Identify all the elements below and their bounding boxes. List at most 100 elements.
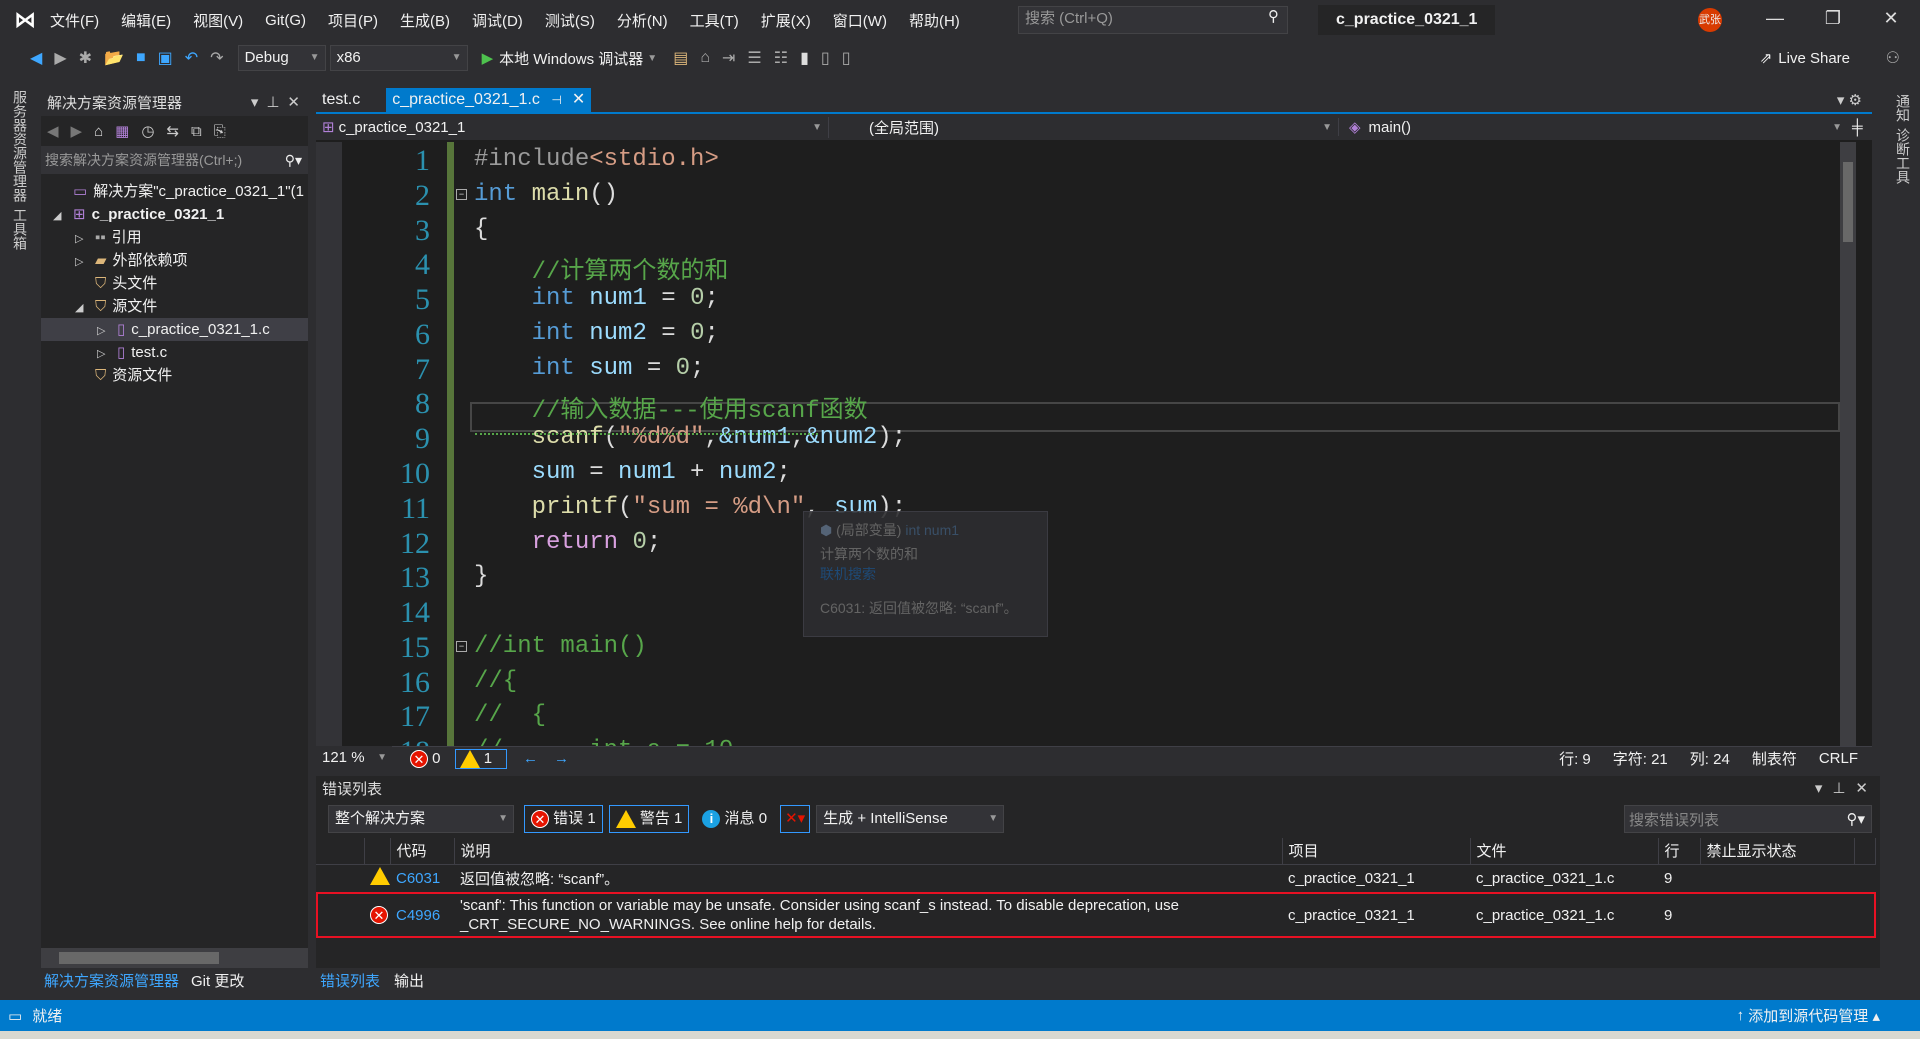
forward-icon[interactable]: ▶ — [54, 48, 66, 68]
server-explorer-tab[interactable]: 服务器资源管理器 — [10, 90, 30, 202]
code-line[interactable]: int sum = 0; — [474, 355, 705, 382]
close-icon[interactable]: ✕ — [287, 93, 300, 111]
menu-item[interactable]: 编辑(E) — [121, 10, 171, 31]
back-icon[interactable]: ◀ — [47, 122, 59, 140]
tree-item[interactable]: ▷ ▯ test.c — [41, 341, 308, 364]
minimize-button[interactable]: — — [1760, 8, 1790, 29]
collapse-comment-icon[interactable]: − — [456, 640, 467, 652]
expanded-icon[interactable]: ◢ — [53, 205, 73, 228]
expanded-icon[interactable]: ◢ — [75, 297, 95, 320]
restore-button[interactable]: ❐ — [1818, 8, 1848, 29]
tab-dropdown-icon[interactable]: ▾ ⚙ — [1837, 91, 1862, 109]
code-line[interactable]: sum = num1 + num2; — [474, 459, 791, 486]
warnings-filter-button[interactable]: 警告 1 — [608, 805, 690, 833]
forward-icon[interactable]: ▶ — [71, 122, 83, 140]
menu-item[interactable]: 工具(T) — [690, 10, 739, 31]
prev-bookmark-icon[interactable]: ▯ — [821, 48, 830, 68]
close-icon[interactable]: ✕ — [1855, 779, 1868, 797]
pin-icon[interactable]: ⊥ — [266, 93, 279, 111]
tree-item[interactable]: ◢ ⛉ 源文件 — [41, 295, 308, 318]
sync-icon[interactable]: ⇆ — [166, 122, 179, 140]
menu-item[interactable]: 生成(B) — [400, 10, 450, 31]
error-code-link[interactable]: C6031 — [390, 864, 454, 892]
col-file[interactable]: 文件 — [1470, 838, 1659, 865]
tab-git-changes[interactable]: Git 更改 — [191, 970, 244, 991]
col-suppression[interactable]: 禁止显示状态 — [1700, 838, 1855, 865]
code-line[interactable]: //{ — [474, 668, 517, 695]
error-search-input[interactable]: 搜索错误列表 ⚲▾ — [1624, 805, 1872, 833]
error-count[interactable]: ✕ 0 — [410, 749, 441, 768]
errors-filter-button[interactable]: ✕ 错误 1 — [524, 805, 603, 833]
col-code[interactable]: 代码 — [390, 838, 455, 865]
code-line[interactable]: //计算两个数的和 — [474, 250, 729, 286]
scope-nav-select[interactable]: (全局范围) ▼ — [828, 116, 1338, 138]
code-line[interactable]: // { — [474, 702, 546, 729]
zoom-select[interactable]: 121 % ▼ — [316, 745, 392, 772]
back-icon[interactable]: ◀ — [30, 48, 42, 68]
tab-error-list[interactable]: 错误列表 — [316, 970, 384, 991]
find-in-files-icon[interactable]: ▤ — [673, 48, 688, 68]
error-code-link[interactable]: C4996 — [390, 892, 454, 938]
collapsed-icon[interactable]: ▷ — [75, 251, 95, 274]
live-share-button[interactable]: ⇗ Live Share — [1760, 49, 1850, 68]
code-line[interactable]: int main() — [474, 181, 618, 208]
menu-item[interactable]: 帮助(H) — [909, 10, 960, 31]
code-line[interactable]: { — [474, 216, 488, 243]
collapse-main-icon[interactable]: − — [456, 188, 467, 200]
open-icon[interactable]: 📂 — [104, 48, 124, 68]
switch-view-icon[interactable]: ▦ — [115, 122, 129, 140]
tree-item[interactable]: ⛉ 头文件 — [41, 272, 308, 295]
split-icon[interactable]: ╪ — [1852, 119, 1863, 136]
next-bookmark-icon[interactable]: ▯ — [842, 48, 851, 68]
browser-icon[interactable]: ⌂ — [700, 49, 710, 67]
code-line[interactable]: int num1 = 0; — [474, 285, 719, 312]
col-description[interactable]: 说明 — [454, 838, 1283, 865]
online-search-link[interactable]: 联机搜索 — [820, 564, 1031, 584]
redo-icon[interactable]: ↷ — [210, 48, 223, 68]
code-line[interactable]: scanf("%d%d",&num1,&num2); — [474, 424, 907, 451]
eol-indicator[interactable]: CRLF — [1819, 750, 1858, 767]
se-search-input[interactable]: 搜索解决方案资源管理器(Ctrl+;) ⚲▾ — [41, 146, 308, 174]
avatar[interactable]: 武张 — [1698, 8, 1722, 32]
filter-icon[interactable]: ✕▾ — [780, 805, 811, 833]
notifications-tab[interactable]: 通知 — [1893, 94, 1913, 122]
step-icon[interactable]: ⇥ — [722, 48, 735, 68]
code-line[interactable]: int num2 = 0; — [474, 320, 719, 347]
code-area[interactable]: 1 #include<stdio.h> 2 int main() 3 {4 //计算两个数… — [316, 142, 1856, 746]
code-line[interactable]: #include<stdio.h> — [474, 146, 719, 173]
menu-item[interactable]: 窗口(W) — [833, 10, 887, 31]
scope-select[interactable]: 整个解决方案 ▼ — [328, 805, 514, 833]
history-icon[interactable]: ◷ — [141, 122, 154, 140]
project-nav-select[interactable]: ⊞ c_practice_0321_1 ▼ — [316, 118, 828, 137]
code-line[interactable]: } — [474, 563, 488, 590]
menu-item[interactable]: 分析(N) — [617, 10, 668, 31]
code-line[interactable]: // int a = 10 — [474, 737, 733, 746]
feedback-icon[interactable]: ⚇ — [1886, 48, 1900, 68]
bookmark-icon[interactable]: ▮ — [800, 48, 809, 68]
start-debug-button[interactable]: ▶ 本地 Windows 调试器 ▼ — [482, 48, 658, 69]
code-line[interactable]: //输入数据---使用scanf函数 — [474, 389, 868, 425]
collapsed-icon[interactable]: ▷ — [75, 228, 95, 251]
collapse-icon[interactable]: ⧉ — [191, 123, 202, 140]
tree-item[interactable]: ▷ ▯ c_practice_0321_1.c — [41, 318, 308, 341]
menu-item[interactable]: 扩展(X) — [761, 10, 811, 31]
diagnostics-tab[interactable]: 诊断工具 — [1893, 128, 1913, 184]
search-input[interactable]: 搜索 (Ctrl+Q) ⚲ — [1018, 6, 1288, 34]
menu-item[interactable]: 视图(V) — [193, 10, 243, 31]
tabs-indicator[interactable]: 制表符 — [1752, 748, 1797, 769]
tree-item[interactable]: ▷ ▪▪ 引用 — [41, 226, 308, 249]
tree-item[interactable]: ▭ 解决方案"c_practice_0321_1"(1 — [41, 180, 308, 203]
horizontal-scrollbar[interactable] — [41, 948, 308, 968]
dropdown-icon[interactable]: ▾ — [1815, 779, 1823, 797]
properties-icon[interactable]: ⎘ — [214, 123, 226, 140]
tree-item[interactable]: ⛉ 资源文件 — [41, 364, 308, 387]
code-line[interactable]: return 0; — [474, 529, 662, 556]
new-project-icon[interactable]: ✱ — [79, 48, 92, 68]
tree-item[interactable]: ◢ ⊞ c_practice_0321_1 — [41, 203, 308, 226]
tab-c-practice[interactable]: c_practice_0321_1.c ⊣ ✕ — [386, 88, 592, 112]
messages-filter-button[interactable]: i 消息 0 — [695, 805, 774, 833]
table-row[interactable]: C6031 返回值被忽略: “scanf”。 c_practice_0321_1… — [316, 864, 1876, 892]
save-icon[interactable]: ■ — [136, 49, 146, 67]
warning-count[interactable]: 1 — [454, 748, 508, 769]
pin-icon[interactable]: ⊣ — [551, 88, 561, 112]
